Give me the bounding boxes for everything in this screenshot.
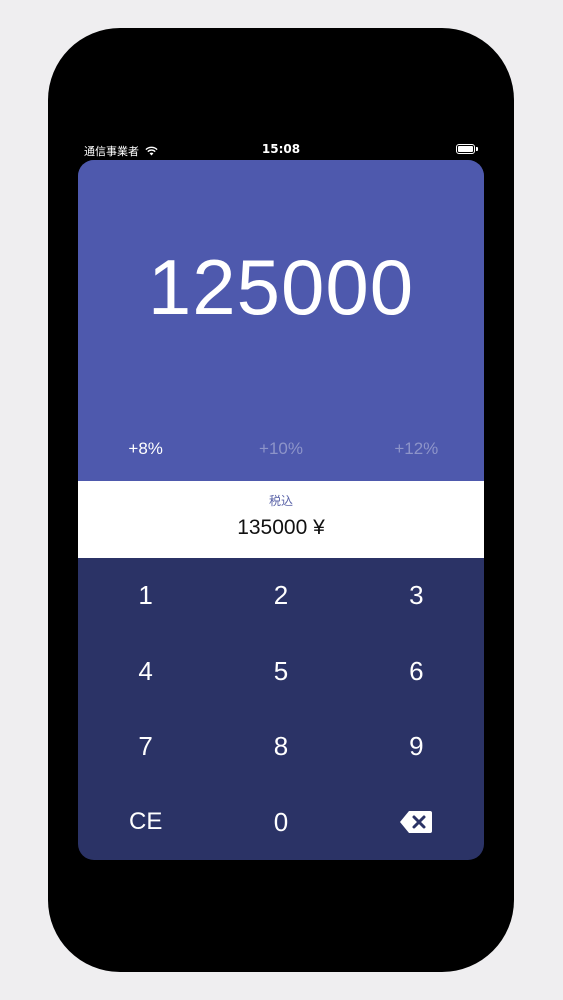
backspace-button[interactable]: [349, 785, 484, 861]
tax-rate-selector: +8% +10% +12%: [78, 436, 484, 462]
number-keypad: 1 2 3 4 5 6 7 8 9 CE 0: [78, 558, 484, 860]
status-time: 15:08: [261, 142, 301, 156]
key-0[interactable]: 0: [213, 785, 348, 861]
key-5[interactable]: 5: [213, 634, 348, 710]
backspace-icon: [399, 810, 433, 834]
amount-value: 125000: [147, 243, 415, 331]
key-1[interactable]: 1: [78, 558, 213, 634]
battery-icon: [456, 144, 478, 154]
amount-display: 125000 +8% +10% +12%: [78, 160, 484, 481]
status-bar: 通信事業者 15:08: [78, 140, 484, 160]
key-2[interactable]: 2: [213, 558, 348, 634]
key-8[interactable]: 8: [213, 709, 348, 785]
clear-entry-button[interactable]: CE: [78, 785, 213, 861]
key-6[interactable]: 6: [349, 634, 484, 710]
tax-rate-8[interactable]: +8%: [78, 436, 213, 462]
tax-rate-10[interactable]: +10%: [213, 436, 348, 462]
tax-included-label: 税込: [268, 494, 293, 508]
tax-included-panel: 税込 135000 ¥: [78, 481, 484, 558]
key-4[interactable]: 4: [78, 634, 213, 710]
key-7[interactable]: 7: [78, 709, 213, 785]
tax-rate-12[interactable]: +12%: [349, 436, 484, 462]
tax-included-value: 135000 ¥: [237, 516, 325, 539]
key-3[interactable]: 3: [349, 558, 484, 634]
tax-calculator-app: 125000 +8% +10% +12% 税込 135000 ¥ 1 2 3 4…: [78, 160, 484, 860]
key-9[interactable]: 9: [349, 709, 484, 785]
